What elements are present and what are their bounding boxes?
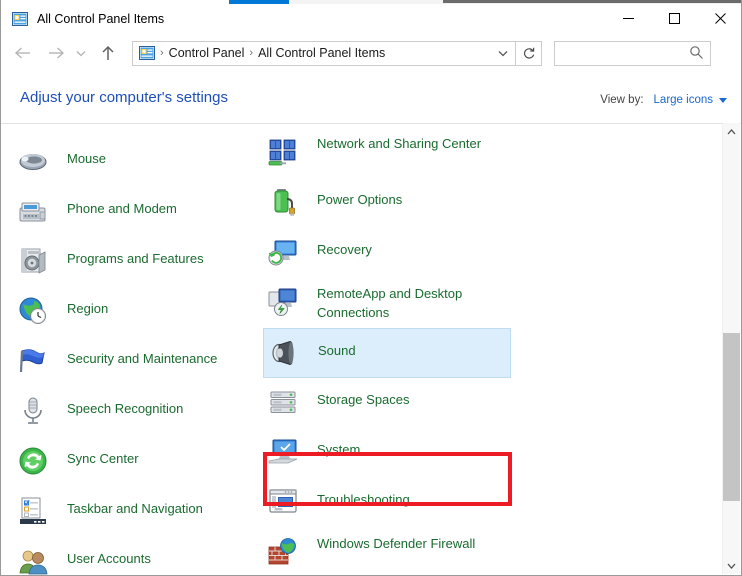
control-panel-item-label: RemoteApp and Desktop Connections xyxy=(317,286,463,320)
minimize-button[interactable] xyxy=(605,4,651,33)
breadcrumb-separator: › xyxy=(249,47,254,59)
control-panel-item-storage-spaces[interactable]: Storage Spaces xyxy=(263,378,511,428)
network-sharing-icon xyxy=(267,136,299,168)
close-button[interactable] xyxy=(697,4,741,33)
control-panel-item-label: Troubleshooting xyxy=(317,492,410,507)
chevron-down-icon[interactable] xyxy=(491,42,515,65)
page-header-row: Adjust your computer's settings View by:… xyxy=(1,80,741,123)
refresh-button[interactable] xyxy=(516,40,542,66)
scroll-up-button[interactable] xyxy=(723,123,740,140)
window-title: All Control Panel Items xyxy=(37,11,165,26)
up-button[interactable] xyxy=(95,40,121,66)
system-icon xyxy=(267,436,299,468)
troubleshooting-icon xyxy=(267,486,299,518)
items-grid: Mouse Phone and Modem Programs and Feature… xyxy=(1,124,717,575)
control-panel-item-region[interactable]: Region xyxy=(13,287,261,337)
control-panel-item-label: Phone and Modem xyxy=(67,201,177,216)
control-panel-item-label: Sound xyxy=(318,343,356,358)
control-panel-item-phone-and-modem[interactable]: Phone and Modem xyxy=(13,187,261,237)
view-by-control[interactable]: View by: Large icons xyxy=(600,94,727,106)
sync-center-icon xyxy=(17,445,49,477)
breadcrumb-separator: › xyxy=(160,47,164,59)
page-title: Adjust your computer's settings xyxy=(20,89,228,106)
view-by-value[interactable]: Large icons xyxy=(654,94,713,106)
power-options-icon xyxy=(267,186,299,218)
vertical-scrollbar[interactable] xyxy=(722,123,740,574)
mouse-icon xyxy=(17,145,49,177)
control-panel-item-network-and-sharing-center[interactable]: Network and Sharing Center xyxy=(263,128,511,178)
control-panel-item-mouse[interactable]: Mouse xyxy=(13,137,261,187)
view-by-label: View by: xyxy=(600,94,644,106)
title-bar[interactable]: All Control Panel Items xyxy=(1,4,741,33)
control-panel-items-list: Mouse Phone and Modem Programs and Feature… xyxy=(1,123,741,575)
search-icon[interactable] xyxy=(689,45,704,65)
scroll-down-button[interactable] xyxy=(723,557,740,574)
control-panel-item-label: Speech Recognition xyxy=(67,401,184,416)
control-panel-item-system[interactable]: System xyxy=(263,428,511,478)
storage-spaces-icon xyxy=(267,386,299,418)
recovery-icon xyxy=(267,236,299,268)
control-panel-item-sound[interactable]: Sound xyxy=(263,328,511,378)
search-input[interactable] xyxy=(561,46,689,60)
control-panel-item-label: Windows Defender Firewall xyxy=(317,536,476,551)
control-panel-item-security-and-maintenance[interactable]: Security and Maintenance xyxy=(13,337,261,387)
control-panel-item-power-options[interactable]: Power Options xyxy=(263,178,511,228)
control-panel-item-sync-center[interactable]: Sync Center xyxy=(13,437,261,487)
control-panel-item-label: User Accounts xyxy=(67,551,151,566)
control-panel-item-troubleshooting[interactable]: Troubleshooting xyxy=(263,478,511,528)
control-panel-item-label: Mouse xyxy=(67,151,107,166)
control-panel-item-label: Power Options xyxy=(317,192,403,207)
top-strip-right xyxy=(443,0,741,3)
breadcrumb-item-all-control-panel-items[interactable]: All Control Panel Items xyxy=(258,46,385,60)
control-panel-item-speech-recognition[interactable]: Speech Recognition xyxy=(13,387,261,437)
region-icon xyxy=(17,295,49,327)
control-panel-item-label: Taskbar and Navigation xyxy=(67,501,203,516)
scrollbar-track[interactable] xyxy=(723,140,740,557)
control-panel-item-label: Network and Sharing Center xyxy=(317,136,482,151)
remoteapp-desktop-icon xyxy=(267,286,299,318)
control-panel-icon xyxy=(12,11,28,27)
navigation-bar: › Control Panel › All Control Panel Item… xyxy=(1,33,741,73)
control-panel-item-label: Storage Spaces xyxy=(317,392,410,407)
user-accounts-icon xyxy=(17,545,49,575)
control-panel-item-windows-defender-firewall[interactable]: Windows Defender Firewall xyxy=(263,528,511,575)
window-controls xyxy=(605,4,741,33)
speech-recognition-icon xyxy=(17,395,49,427)
control-panel-item-recovery[interactable]: Recovery xyxy=(263,228,511,278)
taskbar-navigation-icon xyxy=(17,495,49,527)
programs-features-icon xyxy=(17,245,49,277)
breadcrumb-item-control-panel[interactable]: Control Panel xyxy=(169,46,245,60)
control-panel-item-label: Recovery xyxy=(317,242,372,257)
forward-button[interactable] xyxy=(43,40,69,66)
address-bar[interactable]: › Control Panel › All Control Panel Item… xyxy=(132,40,516,66)
control-panel-item-user-accounts[interactable]: User Accounts xyxy=(13,537,261,575)
control-panel-item-label: Sync Center xyxy=(67,451,139,466)
back-button[interactable] xyxy=(9,40,35,66)
security-maintenance-icon xyxy=(17,345,49,377)
control-panel-item-label: Programs and Features xyxy=(67,251,204,266)
recent-locations-button[interactable] xyxy=(72,40,90,66)
sound-icon xyxy=(268,337,300,369)
windows-defender-firewall-icon xyxy=(267,536,299,568)
phone-modem-icon xyxy=(17,195,49,227)
control-panel-window: All Control Panel Items › Control Panel … xyxy=(0,0,742,576)
control-panel-item-label: Security and Maintenance xyxy=(67,351,218,366)
search-box[interactable] xyxy=(554,40,711,66)
control-panel-item-remoteapp-and-desktop-connections[interactable]: RemoteApp and Desktop Connections xyxy=(263,278,511,328)
control-panel-item-label: Region xyxy=(67,301,109,316)
address-bar-control-panel-icon xyxy=(139,45,155,61)
chevron-down-icon[interactable] xyxy=(719,97,727,103)
control-panel-item-programs-and-features[interactable]: Programs and Features xyxy=(13,237,261,287)
scrollbar-thumb[interactable] xyxy=(723,333,740,501)
control-panel-item-label: System xyxy=(317,442,361,457)
maximize-button[interactable] xyxy=(651,4,697,33)
control-panel-item-taskbar-and-navigation[interactable]: Taskbar and Navigation xyxy=(13,487,261,537)
